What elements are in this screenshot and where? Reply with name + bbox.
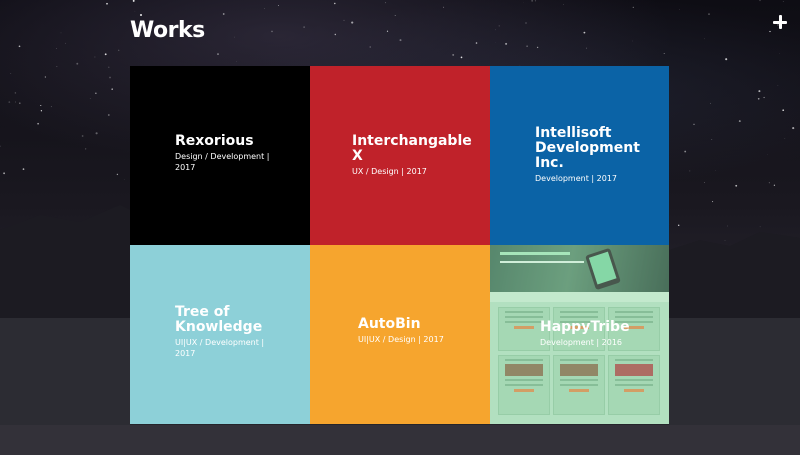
work-tile-tags: UI|UX / Design | 2017 [358, 335, 444, 344]
work-tile-tags: Development | 2017 [535, 174, 617, 183]
work-tile-title: Interchangable X [352, 133, 472, 164]
work-tile-tags: UI|UX / Development | 2017 [175, 338, 265, 358]
work-tile-tags: Design / Development | 2017 [175, 152, 270, 172]
works-grid: Rexorious Design / Development | 2017 In… [130, 66, 669, 424]
work-tile-title: AutoBin [358, 316, 421, 332]
page-title: Works [130, 18, 205, 43]
work-tile-tags: Development | 2016 [540, 338, 622, 347]
work-tile-title: Tree of Knowledge [175, 304, 263, 335]
work-tile-title: Intellisoft Development Inc. [535, 125, 640, 171]
work-tile-autobin[interactable]: AutoBin UI|UX / Design | 2017 [310, 245, 490, 424]
plus-icon[interactable] [768, 10, 792, 34]
work-tile-title: Rexorious [175, 133, 254, 149]
work-tile-rexorious[interactable]: Rexorious Design / Development | 2017 [130, 66, 310, 245]
work-tile-happytribe[interactable]: HappyTribe Development | 2016 [490, 245, 669, 424]
work-tile-interchangable-x[interactable]: Interchangable X UX / Design | 2017 [310, 66, 490, 245]
work-tile-intellisoft[interactable]: Intellisoft Development Inc. Development… [490, 66, 669, 245]
work-tile-title: HappyTribe [540, 319, 630, 335]
work-tile-tree-of-knowledge[interactable]: Tree of Knowledge UI|UX / Development | … [130, 245, 310, 424]
work-tile-tags: UX / Design | 2017 [352, 167, 427, 176]
